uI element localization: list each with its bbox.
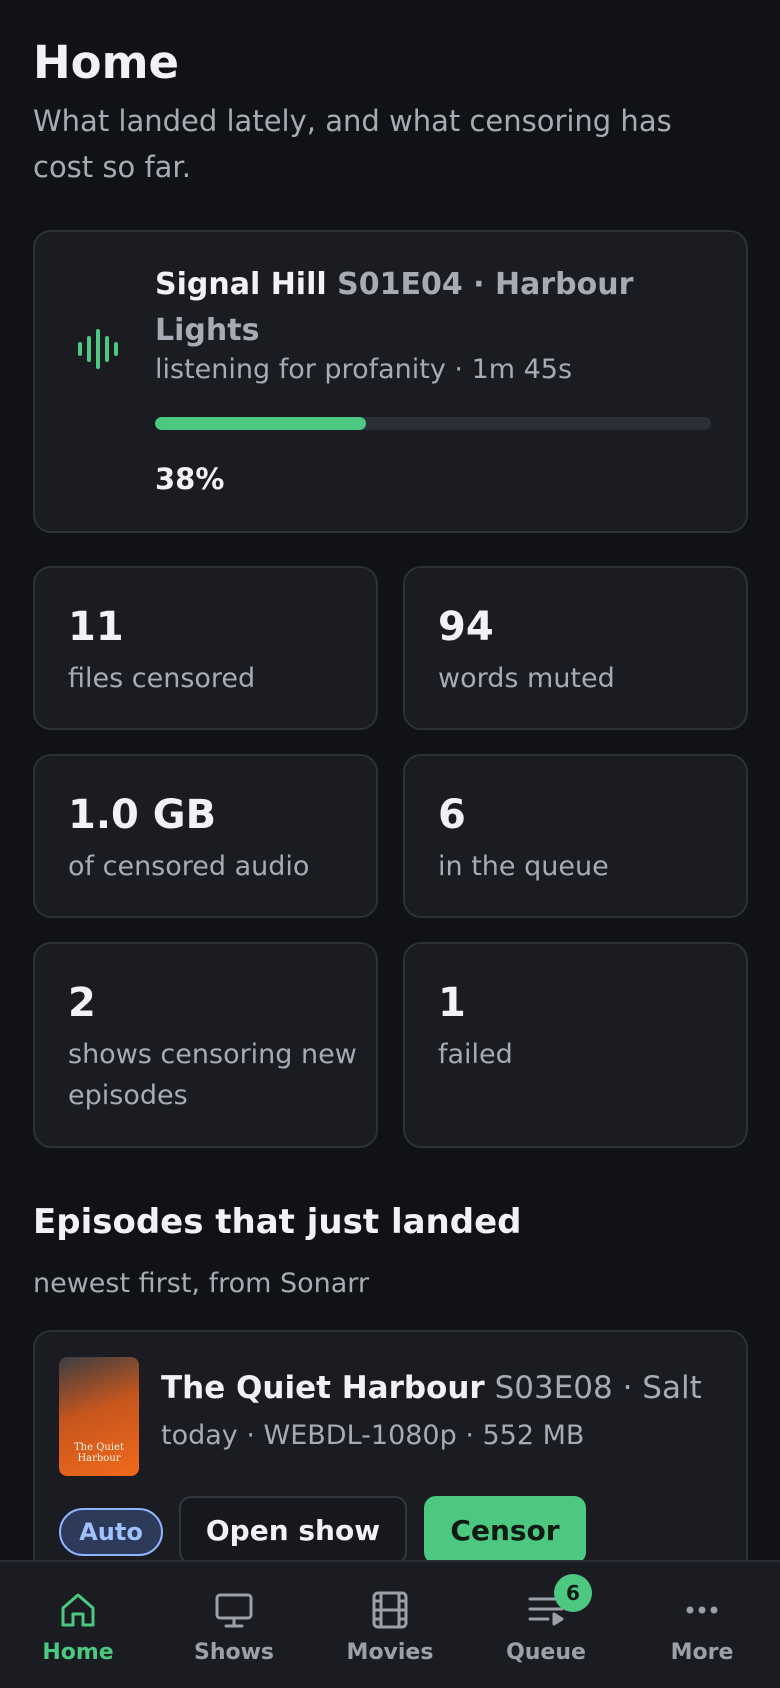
stat-failed: 1 failed <box>403 942 748 1148</box>
tab-queue[interactable]: Queue 6 <box>468 1562 624 1688</box>
now-processing-show: Signal Hill <box>155 267 327 302</box>
progress-bar <box>155 417 711 430</box>
stat-value: 1 <box>438 980 466 1026</box>
more-icon <box>686 1606 718 1614</box>
tab-label: More <box>670 1640 734 1665</box>
tab-home[interactable]: Home <box>0 1562 156 1688</box>
stat-value: 11 <box>68 604 124 650</box>
section-subtitle: newest first, from Sonarr <box>33 1268 370 1299</box>
section-title: Episodes that just landed <box>33 1202 522 1242</box>
progress-percent: 38% <box>155 462 225 496</box>
stat-words-muted: 94 words muted <box>403 566 748 730</box>
tab-more[interactable]: More <box>624 1562 780 1688</box>
queue-count-badge: 6 <box>554 1574 592 1612</box>
progress-fill <box>155 417 367 430</box>
stat-value: 1.0 GB <box>68 792 217 838</box>
stat-value: 2 <box>68 980 96 1026</box>
tab-shows[interactable]: Shows <box>156 1562 312 1688</box>
film-icon <box>372 1591 408 1629</box>
episode-title: The Quiet Harbour S03E08 · Salt <box>161 1370 731 1406</box>
home-icon <box>61 1593 95 1627</box>
page-title: Home <box>33 36 179 89</box>
stat-label: shows censoring new episodes <box>68 1039 357 1111</box>
stat-value: 94 <box>438 604 494 650</box>
censor-button[interactable]: Censor <box>424 1496 586 1564</box>
waveform-icon <box>78 329 118 369</box>
now-processing-card[interactable]: Signal Hill S01E04 · Harbour Lights list… <box>33 230 748 533</box>
stat-label: in the queue <box>438 851 609 882</box>
open-show-button[interactable]: Open show <box>179 1496 407 1564</box>
stat-shows-censoring: 2 shows censoring new episodes <box>33 942 378 1148</box>
monitor-icon <box>215 1593 253 1628</box>
tab-label: Shows <box>193 1640 275 1665</box>
episode-code: S03E08 · Salt <box>494 1370 702 1406</box>
tab-label: Queue <box>506 1640 586 1665</box>
stat-censored-audio: 1.0 GB of censored audio <box>33 754 378 918</box>
show-poster: The Quiet Harbour <box>59 1357 139 1476</box>
bottom-tab-bar: Home Shows Movies Queue 6 More <box>0 1560 780 1688</box>
tab-label: Movies <box>346 1640 434 1665</box>
stat-in-queue: 6 in the queue <box>403 754 748 918</box>
now-processing-title: Signal Hill S01E04 · Harbour Lights <box>155 262 715 354</box>
poster-title: The Quiet Harbour <box>74 1442 124 1464</box>
tab-movies[interactable]: Movies <box>312 1562 468 1688</box>
stat-label: failed <box>438 1039 513 1070</box>
stat-value: 6 <box>438 792 466 838</box>
episode-meta: today · WEBDL-1080p · 552 MB <box>161 1420 585 1451</box>
tab-label: Home <box>42 1640 114 1665</box>
stat-label: of censored audio <box>68 851 310 882</box>
page-subtitle: What landed lately, and what censoring h… <box>33 104 672 184</box>
stat-files-censored: 11 files censored <box>33 566 378 730</box>
auto-mode-badge: Auto <box>59 1508 163 1556</box>
stat-label: files censored <box>68 663 256 694</box>
episode-show-name: The Quiet Harbour <box>161 1370 485 1406</box>
stat-label: words muted <box>438 663 615 694</box>
now-processing-status: listening for profanity · 1m 45s <box>155 354 573 385</box>
